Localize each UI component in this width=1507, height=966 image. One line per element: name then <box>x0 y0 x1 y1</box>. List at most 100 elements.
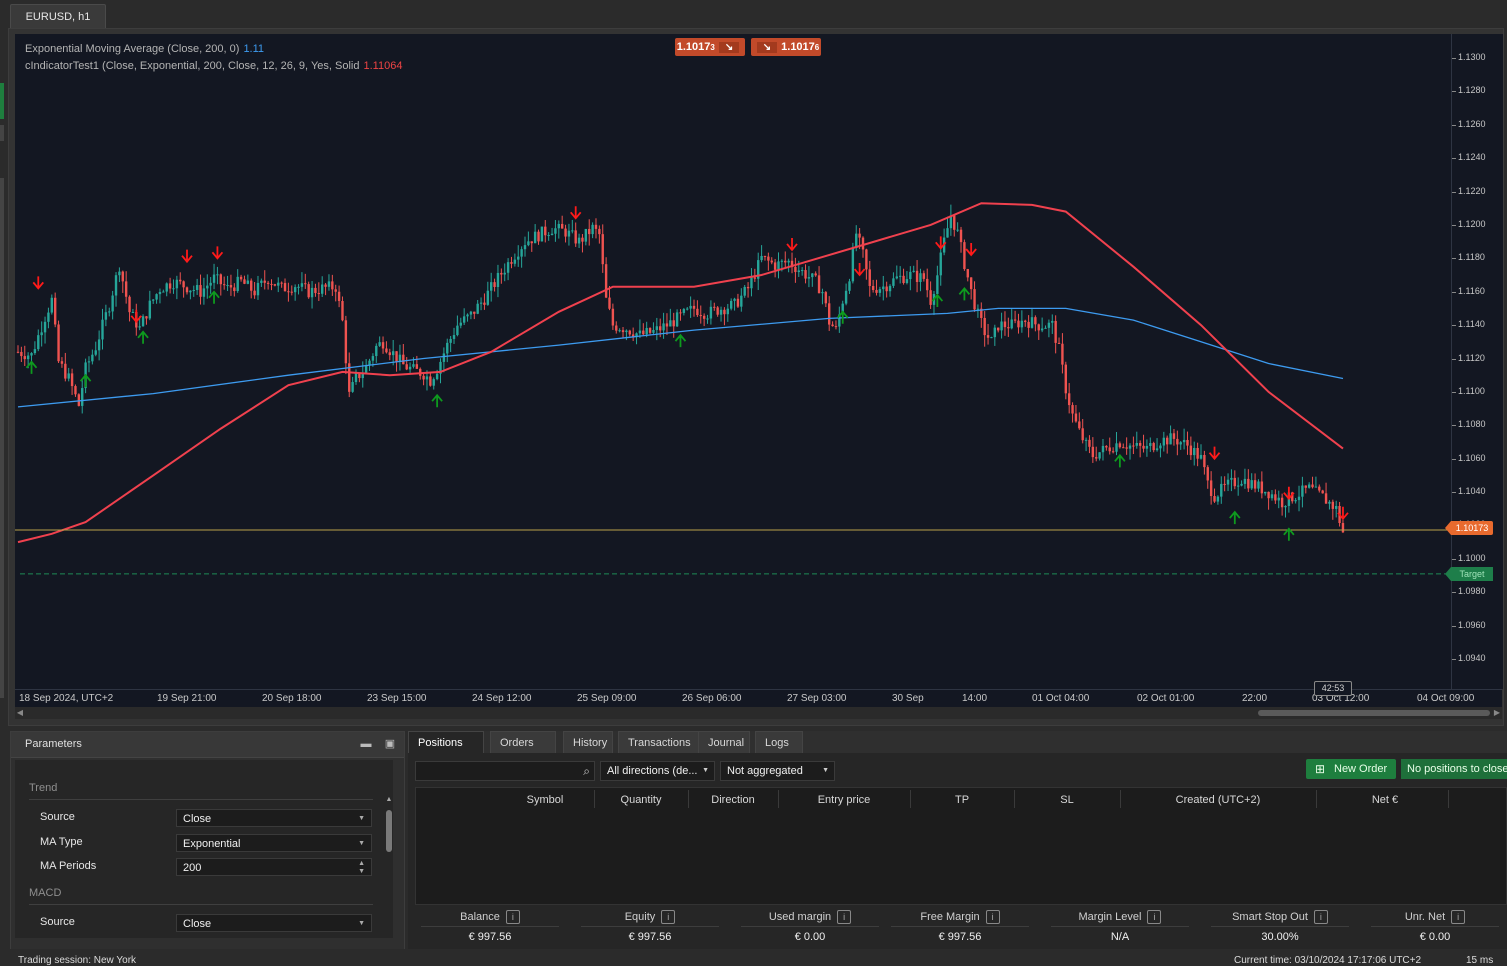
candle-body <box>131 312 135 314</box>
summary-smart-stop-out: Smart Stop Out i 30.00% <box>1205 907 1355 947</box>
price-chart[interactable] <box>15 34 1451 689</box>
candle-body <box>976 308 980 310</box>
candle-body <box>375 345 378 357</box>
info-icon[interactable]: i <box>661 910 676 924</box>
candle-body <box>152 299 155 301</box>
chart-tab-eurusd[interactable]: EURUSD, h1 <box>10 4 106 29</box>
buy-button[interactable]: ↘ 1.10176 <box>751 38 821 56</box>
parameters-title: Parameters <box>25 738 82 750</box>
left-edge-scroll[interactable] <box>0 178 4 698</box>
candle-body <box>1108 447 1111 452</box>
price-axis[interactable]: 1.1300 1.1280 1.1260 1.1240 1.1220 1.1200 1.11… <box>1451 34 1503 689</box>
candle-body <box>243 279 246 284</box>
search-input[interactable]: ⌕ <box>415 761 595 781</box>
candle-body <box>1321 490 1324 494</box>
summary-label-text: Equity <box>624 911 656 923</box>
directions-select[interactable]: All directions (de... ▼ <box>600 761 715 781</box>
parameters-scrollbar[interactable]: ▲ ▼ <box>385 796 393 956</box>
summary-label: Unr. Net i <box>1365 910 1505 924</box>
candle-body <box>1226 479 1230 485</box>
col-quantity[interactable]: Quantity <box>594 794 688 806</box>
col-entry-price[interactable]: Entry price <box>778 794 910 806</box>
scroll-right-icon[interactable]: ▶ <box>1492 708 1502 718</box>
candle-body <box>57 324 60 362</box>
col-direction[interactable]: Direction <box>688 794 778 806</box>
price-tick-label: 1.1280 <box>1452 85 1486 96</box>
bar-timer: 42:53 <box>1314 681 1352 696</box>
candle-body <box>97 339 101 351</box>
buy-arrow-icon: ↘ <box>756 42 778 53</box>
buy-signal-arrow <box>1283 527 1295 541</box>
candle-body <box>91 354 94 362</box>
col-created[interactable]: Created (UTC+2) <box>1120 794 1316 806</box>
scroll-up-icon[interactable]: ▲ <box>385 796 393 803</box>
candle-body <box>378 342 381 346</box>
summary-used-margin: Used margin i € 0.00 <box>735 907 885 947</box>
minimize-icon[interactable]: ▬ <box>360 738 372 750</box>
price-tick-label: 1.1060 <box>1452 452 1486 463</box>
candle-body <box>625 330 628 333</box>
candle-body <box>588 228 591 235</box>
candle-body <box>479 302 483 304</box>
info-icon[interactable]: i <box>1451 910 1466 924</box>
target-label[interactable]: Target <box>1445 567 1493 581</box>
param-ma-type-select[interactable]: Exponential ▼ <box>176 834 372 852</box>
candle-body <box>496 272 500 287</box>
candle-body <box>1132 445 1135 447</box>
tab-logs[interactable]: Logs <box>755 731 803 753</box>
candle-body <box>385 348 388 353</box>
info-icon[interactable]: i <box>985 910 1000 924</box>
param-ma-periods-stepper[interactable]: 200 ▲ ▼ <box>176 858 372 876</box>
candle-body <box>763 255 767 257</box>
time-tick-label: 18 Sep 2024, UTC+2 <box>19 693 114 704</box>
candle-body <box>915 270 919 283</box>
info-icon[interactable]: i <box>1147 910 1162 924</box>
summary-value: 30.00% <box>1261 931 1299 943</box>
candle-body <box>209 282 212 286</box>
tab-transactions[interactable]: Transactions <box>618 731 700 753</box>
scroll-thumb[interactable] <box>386 810 392 852</box>
info-icon[interactable]: i <box>505 910 520 924</box>
sell-price-sup: 3 <box>710 43 715 52</box>
candle-body <box>490 282 493 291</box>
candle-body <box>1311 484 1314 488</box>
info-icon[interactable]: i <box>1313 910 1328 924</box>
time-tick-label: 26 Sep 06:00 <box>682 693 742 704</box>
param-macd-source-select[interactable]: Close ▼ <box>176 914 372 932</box>
col-tp[interactable]: TP <box>910 794 1014 806</box>
col-net[interactable]: Net € <box>1316 794 1454 806</box>
candle-body <box>1044 327 1047 329</box>
scroll-left-icon[interactable]: ◀ <box>15 708 25 718</box>
param-source-select[interactable]: Close ▼ <box>176 809 372 827</box>
candle-body <box>1095 457 1098 459</box>
candle-body <box>1000 321 1003 331</box>
new-order-button[interactable]: ⊞ New Order <box>1306 759 1396 779</box>
candle-body <box>936 275 939 294</box>
candle-body <box>1216 496 1220 502</box>
chart-horizontal-scrollbar[interactable]: ◀ ▶ <box>15 707 1502 719</box>
save-icon[interactable]: ▣ <box>384 738 396 750</box>
close-positions-button[interactable]: No positions to close <box>1401 759 1507 779</box>
col-sl[interactable]: SL <box>1014 794 1120 806</box>
tab-journal[interactable]: Journal <box>698 731 750 753</box>
col-symbol[interactable]: Symbol <box>496 794 594 806</box>
candle-body <box>973 289 976 310</box>
search-icon[interactable]: ⌕ <box>583 764 590 779</box>
chart-plot-area[interactable] <box>15 34 1451 689</box>
tab-history[interactable]: History <box>563 731 613 753</box>
parameters-body: Trend Source Close ▼ MA Type Exponential ▼… <box>15 760 393 956</box>
tab-positions[interactable]: Positions0 <box>408 731 484 773</box>
candle-body <box>266 282 270 284</box>
candle-body <box>702 315 706 319</box>
sell-button[interactable]: 1.10173 ↘ <box>675 38 745 56</box>
stepper-icon[interactable]: ▲ ▼ <box>358 860 365 876</box>
time-axis[interactable]: 18 Sep 2024, UTC+2 19 Sep 21:00 20 Sep 18:… <box>15 689 1502 707</box>
candle-body <box>861 237 865 250</box>
price-tick-label: 1.1120 <box>1452 352 1485 363</box>
scroll-thumb[interactable] <box>1258 710 1490 716</box>
candle-body <box>814 273 817 276</box>
info-icon[interactable]: i <box>837 910 852 924</box>
candle-body <box>1264 491 1267 494</box>
tab-orders[interactable]: Orders0 <box>490 731 556 773</box>
aggregation-select[interactable]: Not aggregated ▼ <box>720 761 835 781</box>
